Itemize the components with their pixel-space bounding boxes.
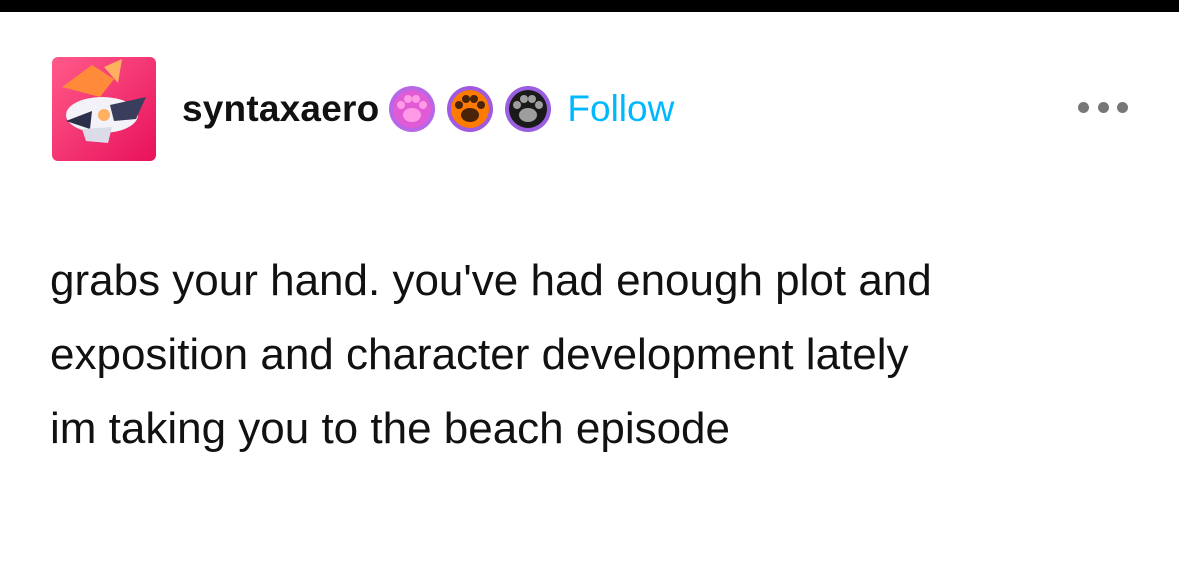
top-border (0, 0, 1179, 12)
post-header: syntaxaero Follow (52, 56, 1132, 162)
post-body: grabs your hand. you've had enough plot … (50, 244, 1150, 466)
badges (387, 84, 553, 134)
post-text-line: im taking you to the beach episode (50, 404, 731, 453)
dot (1117, 101, 1128, 113)
paw-badge-black-icon[interactable] (503, 84, 553, 134)
post-text-line: exposition and character development lat… (50, 330, 909, 379)
paw-badge-orange-icon[interactable] (445, 84, 495, 134)
post-text-line: grabs your hand. you've had enough plot … (50, 256, 932, 305)
more-options-icon[interactable] (1078, 92, 1128, 122)
avatar[interactable] (52, 57, 156, 161)
dot (1078, 101, 1089, 113)
follow-button[interactable]: Follow (567, 88, 674, 130)
paw-badge-pink-icon[interactable] (387, 84, 437, 134)
username[interactable]: syntaxaero (182, 88, 379, 130)
dot (1097, 101, 1109, 113)
